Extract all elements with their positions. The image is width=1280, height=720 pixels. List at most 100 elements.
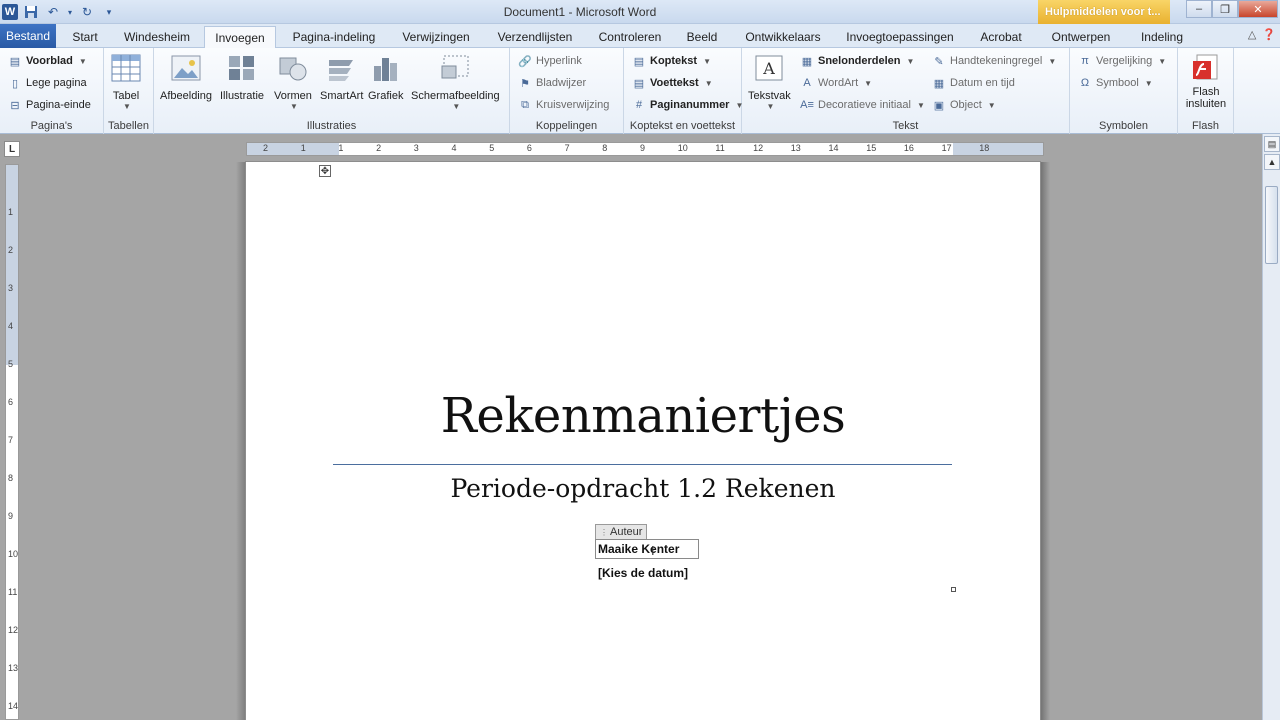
tab-verwijzingen[interactable]: Verwijzingen (392, 26, 480, 48)
minimize-icon[interactable]: – (1186, 0, 1212, 18)
clipart-icon (226, 52, 258, 84)
omega-icon: Ω (1080, 77, 1090, 89)
wordart-button[interactable]: A WordArt ▼ (800, 73, 872, 93)
tab-ontwerpen[interactable]: Ontwerpen (1040, 26, 1122, 48)
paginanummer-button[interactable]: # Paginanummer ▼ (632, 95, 743, 115)
ruler-tick-label: 8 (8, 473, 14, 483)
datum-tijd-button[interactable]: ▦ Datum en tijd (932, 73, 1015, 93)
tabel-button[interactable]: Tabel ▼ (110, 52, 142, 111)
tab-beeld[interactable]: Beeld (678, 26, 726, 48)
ruler-tick-label: 18 (979, 143, 990, 153)
tekstvak-button[interactable]: A Tekstvak ▼ (748, 52, 791, 111)
flash-insluiten-button[interactable]: Flash insluiten (1184, 52, 1228, 110)
ruler-tick-label: 14 (828, 143, 839, 153)
ruler-tick-label: 9 (640, 143, 646, 153)
hyperlink-button[interactable]: 🔗 Hyperlink (518, 51, 582, 71)
handtekeningregel-button[interactable]: ✎ Handtekeningregel ▼ (932, 51, 1056, 71)
ruler-tick-label: 14 (8, 701, 19, 711)
ruler-tick-label: 4 (8, 321, 14, 331)
smartart-icon (326, 52, 358, 84)
afbeelding-button[interactable]: Afbeelding (160, 52, 212, 102)
vertical-ruler[interactable]: 1 2 3 4 5 6 7 8 9 10 11 12 13 14 (5, 164, 19, 720)
page-shadow-left (236, 162, 246, 720)
document-subtitle[interactable]: Periode-opdracht 1.2 Rekenen (246, 474, 1040, 503)
smartart-button[interactable]: SmartArt (320, 52, 363, 102)
table-move-handle-icon[interactable]: ✥ (319, 165, 331, 177)
object-icon: ▣ (933, 99, 945, 112)
bladwijzer-button[interactable]: ⚑ Bladwijzer (518, 73, 586, 93)
pagina-einde-button[interactable]: ⊟ Pagina-einde (8, 95, 90, 115)
tab-ontwikkelaars[interactable]: Ontwikkelaars (736, 26, 830, 48)
vormen-button[interactable]: Vormen ▼ (274, 52, 312, 111)
tab-start[interactable]: Start (62, 26, 108, 48)
restore-icon[interactable]: ❐ (1212, 0, 1238, 18)
horizontal-ruler[interactable]: 2 1 1 2 3 4 5 6 7 8 9 10 11 12 13 14 15 16 17 18 (246, 142, 1044, 156)
ruler-tick-label: 13 (790, 143, 801, 153)
vergelijking-button[interactable]: π Vergelijking ▼ (1078, 51, 1166, 71)
vertical-scrollbar[interactable]: ▤ ▲ (1262, 134, 1280, 720)
group-label-tekst: Tekst (892, 120, 919, 132)
tab-pagina-indeling[interactable]: Pagina-indeling (282, 26, 386, 48)
author-field[interactable]: Maaike Kenter (595, 539, 699, 559)
ruler-tick-label: 4 (451, 143, 457, 153)
tab-file[interactable]: Bestand (0, 24, 56, 48)
text-cursor-icon: I (651, 543, 655, 558)
ruler-toggle-icon[interactable]: ▤ (1264, 136, 1280, 152)
symbool-button[interactable]: Ω Symbool ▼ (1078, 73, 1153, 93)
scroll-thumb[interactable] (1265, 186, 1278, 264)
date-field[interactable]: [Kies de datum] (246, 566, 1040, 580)
tab-invoegen[interactable]: Invoegen (204, 26, 276, 49)
chart-icon (370, 52, 402, 84)
koptekst-button[interactable]: ▤ Koptekst ▼ (632, 51, 711, 71)
tab-acrobat[interactable]: Acrobat (970, 26, 1032, 48)
schermafbeelding-button[interactable]: Schermafbeelding ▼ (411, 52, 500, 111)
bookmark-icon: ⚑ (520, 77, 530, 90)
flash-icon (1190, 52, 1222, 84)
scroll-up-icon[interactable]: ▲ (1264, 154, 1280, 170)
screenshot-icon (439, 52, 471, 84)
group-tabellen: Tabel ▼ Tabellen (104, 48, 154, 134)
calendar-icon: ▦ (933, 77, 945, 90)
ruler-tick-label: 16 (903, 143, 914, 153)
ruler-tick-label: 1 (8, 207, 14, 217)
document-area: L 2 1 1 2 3 4 5 6 7 8 9 10 11 12 13 14 15 16 17 18 12345678… (0, 134, 1280, 720)
ruler-tick-label: 9 (8, 511, 14, 521)
voorblad-button[interactable]: ▤ Voorblad ▼ (8, 51, 87, 71)
group-tekst: A Tekstvak ▼ ▦ Snelonderdelen ▼ A WordArt ▼ A… (742, 48, 1070, 134)
tab-controleren[interactable]: Controleren (590, 26, 670, 48)
ruler-tick-label: 8 (602, 143, 608, 153)
minimize-ribbon-icon[interactable]: △ (1248, 28, 1256, 41)
page-number-icon: # (635, 99, 643, 111)
object-button[interactable]: ▣ Object ▼ (932, 95, 996, 115)
tab-verzendlijsten[interactable]: Verzendlijsten (488, 26, 582, 48)
shapes-icon (277, 52, 309, 84)
close-icon[interactable]: ✕ (1238, 0, 1278, 18)
ruler-tick-label: 3 (8, 283, 14, 293)
group-paginas: ▤ Voorblad ▼ ▯ Lege pagina ⊟ Pagina-einde Pa… (0, 48, 104, 134)
tab-indeling[interactable]: Indeling (1130, 26, 1194, 48)
help-icon[interactable]: ❓ (1262, 28, 1276, 41)
document-title[interactable]: Rekenmaniertjes (246, 388, 1040, 444)
lege-pagina-button[interactable]: ▯ Lege pagina (8, 73, 87, 93)
tab-selector[interactable]: L (4, 141, 20, 157)
pi-icon: π (1081, 55, 1089, 67)
illustratie-button[interactable]: Illustratie (220, 52, 264, 102)
group-koptekst: ▤ Koptekst ▼ ▤ Voettekst ▼ # Paginanummer ▼ Ko… (624, 48, 743, 134)
tab-windesheim[interactable]: Windesheim (116, 26, 198, 48)
resize-handle[interactable] (951, 587, 956, 592)
decoratieve-initiaal-button[interactable]: A≡ Decoratieve initiaal ▼ (800, 95, 925, 115)
voettekst-button[interactable]: ▤ Voettekst ▼ (632, 73, 713, 93)
ruler-tick-label: 2 (8, 245, 14, 255)
textbox-icon: A (753, 52, 785, 84)
ruler-tick-label: 6 (8, 397, 14, 407)
document-page[interactable]: ✥ Rekenmaniertjes Periode-opdracht 1.2 R… (246, 162, 1040, 720)
author-control-tag[interactable]: ⋮ Auteur (595, 524, 648, 539)
snelonderdelen-button[interactable]: ▦ Snelonderdelen ▼ (800, 51, 915, 71)
ruler-tick-label: 6 (526, 143, 532, 153)
tab-invoegtoepassingen[interactable]: Invoegtoepassingen (838, 26, 962, 48)
picture-icon (170, 52, 202, 84)
ruler-tick-label: 11 (715, 143, 725, 153)
grafiek-button[interactable]: Grafiek (368, 52, 403, 102)
kruisverwijzing-button[interactable]: ⧉ Kruisverwijzing (518, 95, 609, 115)
context-tab-tools[interactable]: Hulpmiddelen voor t... (1038, 0, 1170, 24)
